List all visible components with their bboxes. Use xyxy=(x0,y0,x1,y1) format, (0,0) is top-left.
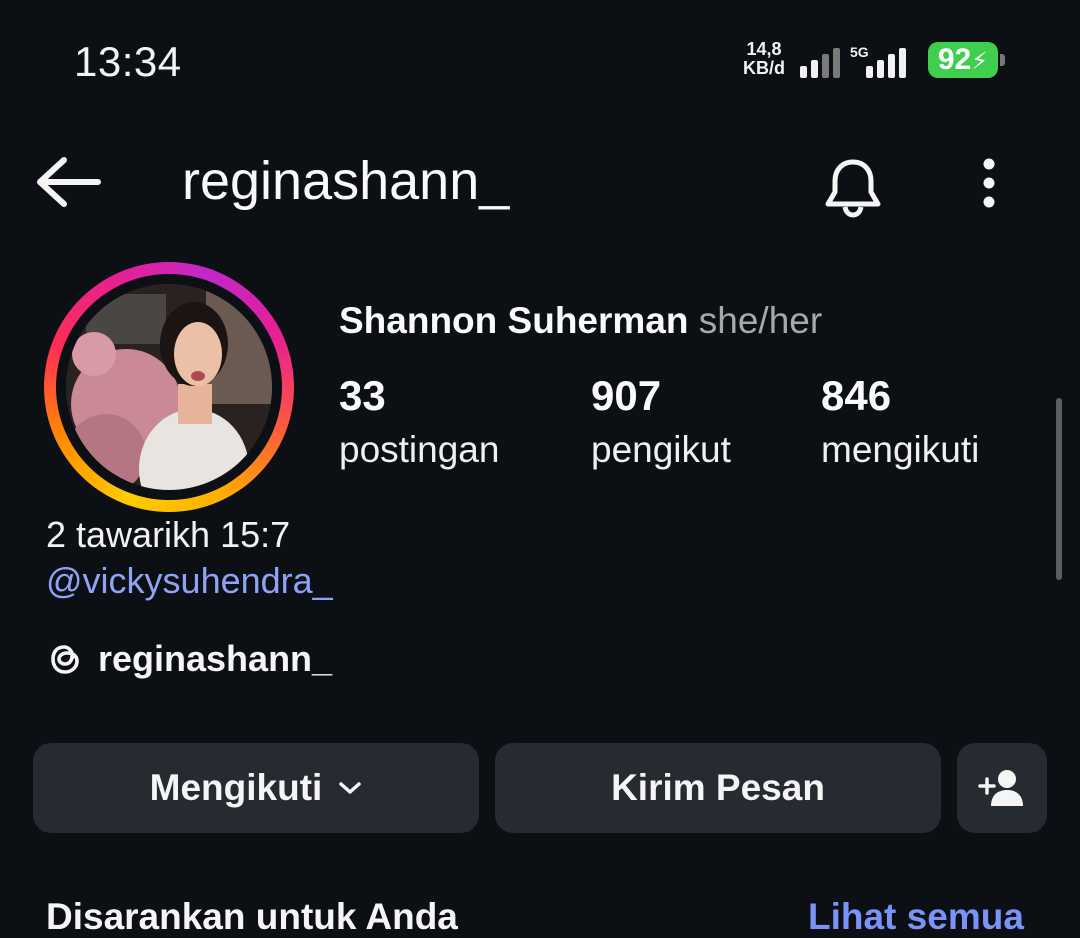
stat-following-value: 846 xyxy=(821,372,892,419)
stat-following[interactable]: 846 mengikuti xyxy=(821,370,979,478)
network-speed: 14,8 KB/d xyxy=(743,40,785,78)
bio-mention-link[interactable]: @vickysuhendra_ xyxy=(46,560,333,602)
avatar[interactable] xyxy=(66,284,272,490)
back-button[interactable] xyxy=(30,150,106,214)
battery-nub xyxy=(1000,54,1005,66)
more-vertical-icon xyxy=(983,158,995,208)
display-name-row: Shannon Suherman she/her xyxy=(339,300,822,342)
following-button[interactable]: Mengikuti xyxy=(33,743,479,833)
profile-username-title: reginashann_ xyxy=(182,151,510,211)
battery-level: 92 xyxy=(937,43,972,76)
signal-icon-sim1 xyxy=(800,44,840,78)
more-options-button[interactable] xyxy=(962,150,1016,216)
stat-posts[interactable]: 33 postingan xyxy=(339,370,499,478)
display-name: Shannon Suherman xyxy=(339,300,689,341)
avatar-photo xyxy=(66,284,272,490)
pronouns: she/her xyxy=(698,300,823,341)
charging-icon: ⚡ xyxy=(971,48,989,75)
threads-handle: reginashann_ xyxy=(98,638,333,679)
battery-indicator: 92⚡ xyxy=(928,42,998,78)
threads-icon xyxy=(51,645,79,674)
stat-posts-value: 33 xyxy=(339,372,386,419)
status-time: 13:34 xyxy=(74,38,182,85)
chevron-down-icon xyxy=(339,782,362,794)
add-user-icon xyxy=(978,770,1023,806)
stat-followers[interactable]: 907 pengikut xyxy=(591,370,731,478)
scrollbar[interactable] xyxy=(1056,398,1062,580)
network-speed-value: 14,8 xyxy=(746,39,782,59)
bell-icon xyxy=(825,159,881,218)
send-message-label: Kirim Pesan xyxy=(611,767,825,808)
stat-followers-label: pengikut xyxy=(591,429,731,470)
bio-text: 2 tawarikh 15:7 xyxy=(46,514,291,555)
stat-followers-value: 907 xyxy=(591,372,662,419)
send-message-button[interactable]: Kirim Pesan xyxy=(495,743,941,833)
stat-following-label: mengikuti xyxy=(821,429,980,470)
notifications-button[interactable] xyxy=(818,152,888,222)
add-user-button[interactable] xyxy=(957,743,1047,833)
arrow-left-icon xyxy=(37,157,101,207)
network-speed-unit: KB/d xyxy=(743,58,785,78)
signal-icon-sim2 xyxy=(866,44,906,78)
stat-posts-label: postingan xyxy=(339,429,500,470)
threads-link[interactable]: reginashann_ xyxy=(46,638,332,680)
following-button-label: Mengikuti xyxy=(149,767,323,808)
